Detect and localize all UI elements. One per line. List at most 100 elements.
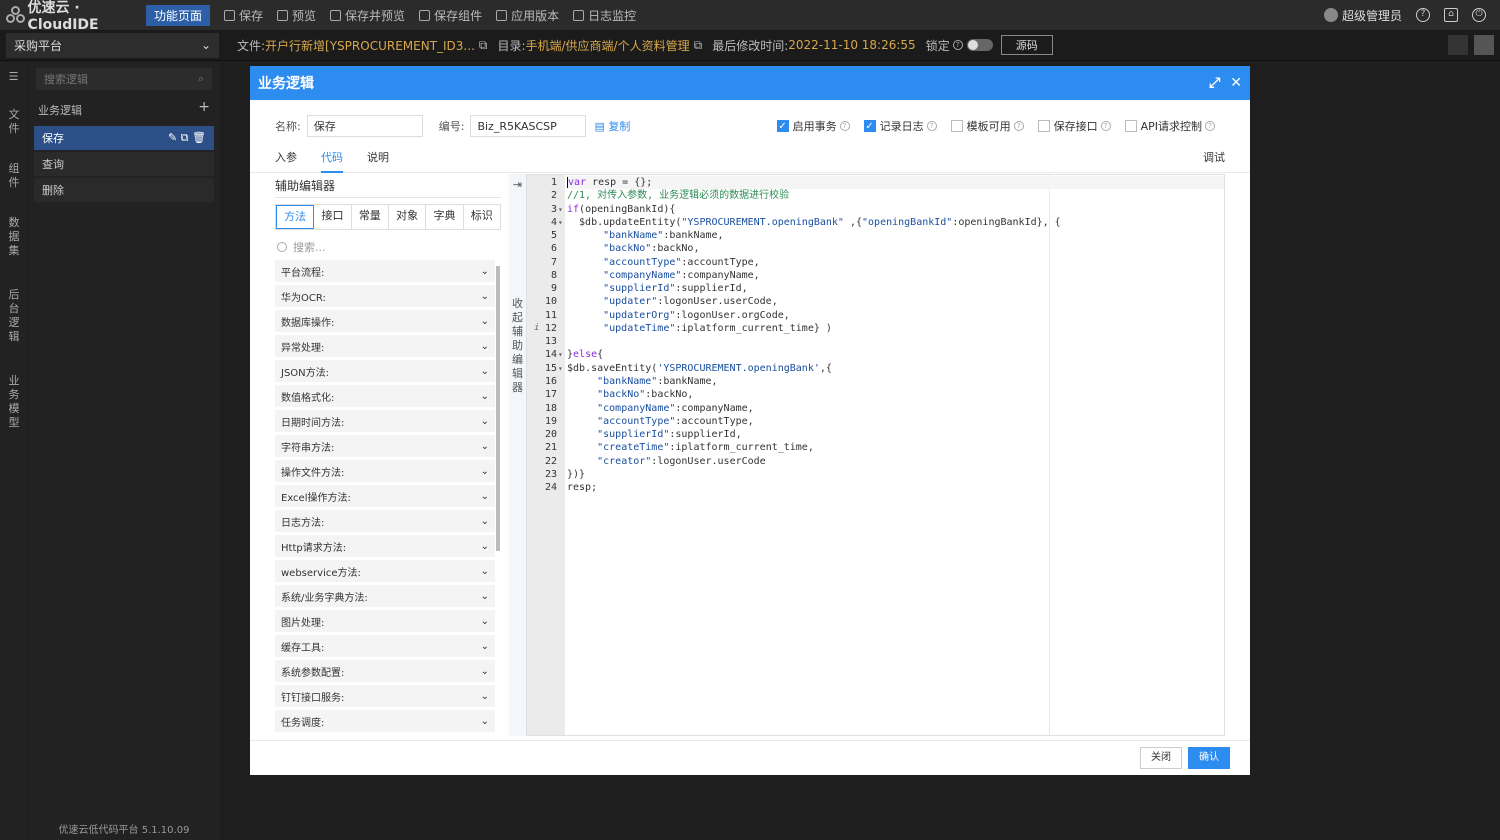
power-icon[interactable]: ⏻	[1472, 8, 1486, 22]
helper-tab-dictionary[interactable]: 字典	[426, 205, 464, 229]
source-button[interactable]: 源码	[1000, 35, 1053, 55]
help-icon[interactable]: ?	[1416, 8, 1430, 22]
code-line[interactable]: 6 "backNo":backNo,	[551, 242, 1224, 255]
code-line[interactable]: 3 ▾ if(openingBankId){	[551, 203, 1224, 216]
rail-item-components[interactable]: 组件	[7, 162, 21, 190]
save-tool[interactable]: 保存	[224, 7, 263, 24]
helper-method-category[interactable]: 华为OCR: ⌄	[275, 285, 495, 307]
home-icon[interactable]: ⌂	[1444, 8, 1458, 22]
helper-method-category[interactable]: 缓存工具: ⌄	[275, 635, 495, 657]
edit-icon[interactable]: ✎	[168, 131, 177, 144]
code-line[interactable]: 18 "companyName":companyName,	[545, 402, 1224, 415]
code-line[interactable]: 19 "accountType":accountType,	[545, 415, 1224, 428]
helper-method-category[interactable]: 平台流程: ⌄	[275, 260, 495, 282]
code-line[interactable]: 24 resp;	[545, 481, 1224, 494]
add-icon[interactable]: +	[198, 100, 210, 118]
helper-method-category[interactable]: 图片处理: ⌄	[275, 610, 495, 632]
rail-item-business-model[interactable]: 业务模型	[7, 374, 21, 430]
helper-method-category[interactable]: JSON方法: ⌄	[275, 360, 495, 382]
code-line[interactable]: 5 "bankName":bankName,	[551, 229, 1224, 242]
helper-tab-objects[interactable]: 对象	[389, 205, 427, 229]
lock-toggle[interactable]	[966, 39, 993, 51]
app-version-tool[interactable]: 应用版本	[496, 7, 559, 24]
platform-select[interactable]: 采购平台 ⌄	[6, 32, 219, 58]
template-available-check[interactable]: 模板可用?	[950, 118, 1024, 134]
preview-tool[interactable]: 预览	[277, 7, 316, 24]
code-line[interactable]: 11 "updaterOrg":logonUser.orgCode,	[545, 309, 1224, 322]
code-line[interactable]: 23})}	[545, 468, 1224, 481]
tab-code[interactable]: 代码	[321, 145, 343, 173]
code-line[interactable]: 9 "supplierId":supplierId,	[551, 282, 1224, 295]
helper-tab-methods[interactable]: 方法	[276, 205, 315, 229]
code-line[interactable]: 13	[545, 335, 1224, 348]
mobile-view-icon[interactable]	[1474, 35, 1494, 55]
code-line[interactable]: 8 "companyName":companyName,	[551, 269, 1224, 282]
save-preview-tool[interactable]: 保存并预览	[330, 7, 405, 24]
code-input[interactable]: Biz_R5KASCSP	[470, 115, 587, 137]
avatar-icon[interactable]	[1323, 8, 1338, 22]
code-line[interactable]: 12 i "updateTime":iplatform_current_time}…	[534, 322, 1224, 335]
helper-method-category[interactable]: 操作文件方法: ⌄	[275, 460, 495, 482]
close-button[interactable]: 关闭	[1140, 747, 1182, 769]
helper-method-category[interactable]: 异常处理: ⌄	[275, 335, 495, 357]
logic-item[interactable]: 保存 ✎ ⧉ 🗑	[34, 126, 214, 150]
code-line[interactable]: 10 "updater":logonUser.userCode,	[545, 295, 1224, 308]
code-line[interactable]: 14 ▾}else{	[545, 348, 1224, 361]
save-interface-check[interactable]: 保存接口?	[1037, 118, 1111, 134]
tab-description[interactable]: 说明	[367, 145, 389, 173]
user-name[interactable]: 超级管理员	[1342, 7, 1402, 24]
enable-transaction-check[interactable]: ✓ 启用事务?	[776, 118, 850, 134]
code-line[interactable]: 15 ▾ $db.saveEntity('YSPROCUREMENT.opening…	[545, 362, 1224, 375]
code-line[interactable]: 16 "bankName":bankName,	[545, 375, 1224, 388]
helper-tab-identifiers[interactable]: 标识	[464, 205, 500, 229]
tab-params[interactable]: 入参	[275, 145, 297, 173]
code-line[interactable]: 20 "supplierId":supplierId,	[545, 428, 1224, 441]
rail-item-backend-logic[interactable]: 后台逻辑	[7, 288, 21, 344]
helper-method-category[interactable]: 系统参数配置: ⌄	[275, 660, 495, 682]
helper-method-category[interactable]: 钉钉接口服务: ⌄	[275, 685, 495, 707]
log-monitor-tool[interactable]: 日志监控	[573, 7, 636, 24]
code-editor[interactable]: 1 var resp = {}; 2//1, 对传入参数, 业务逻辑必须的数据进行校…	[526, 174, 1225, 736]
copy-icon[interactable]: ⧉	[694, 38, 703, 53]
code-line[interactable]: 22 "creator":logonUser.userCode	[545, 455, 1224, 468]
helper-method-category[interactable]: Http请求方法: ⌄	[275, 535, 495, 557]
helper-method-category[interactable]: 日志方法: ⌄	[275, 510, 495, 532]
code-line[interactable]: 2//1, 对传入参数, 业务逻辑必须的数据进行校验	[551, 189, 1224, 202]
code-line[interactable]: 4 ▾ $db.updateEntity("YSPROCUREMENT.openi…	[551, 216, 1224, 229]
copy-icon[interactable]: ⧉	[479, 38, 488, 53]
helper-tab-constants[interactable]: 常量	[352, 205, 389, 229]
desktop-view-icon[interactable]	[1448, 35, 1468, 55]
record-log-check[interactable]: ✓ 记录日志?	[863, 118, 937, 134]
helper-method-category[interactable]: 日期时间方法: ⌄	[275, 410, 495, 432]
name-input[interactable]: 保存	[306, 115, 423, 137]
save-component-tool[interactable]: 保存组件	[419, 7, 482, 24]
helper-method-category[interactable]: Excel操作方法: ⌄	[275, 485, 495, 507]
copy-icon[interactable]: ⧉	[181, 131, 189, 144]
rail-item-datasets[interactable]: 数据集	[7, 216, 21, 258]
code-content[interactable]: 1 var resp = {}; 2//1, 对传入参数, 业务逻辑必须的数据进行校…	[534, 176, 1224, 494]
trash-icon[interactable]: 🗑	[192, 131, 206, 144]
function-page-button[interactable]: 功能页面	[146, 4, 211, 26]
code-line[interactable]: 17 "backNo":backNo,	[545, 388, 1224, 401]
logic-item[interactable]: 删除	[34, 178, 214, 202]
helper-method-category[interactable]: 数据库操作: ⌄	[275, 310, 495, 332]
code-line[interactable]: 21 "createTime":iplatform_current_time,	[545, 441, 1224, 454]
code-line[interactable]: 1 var resp = {};	[551, 176, 1224, 190]
helper-method-category[interactable]: 任务调度: ⌄	[275, 710, 495, 732]
helper-method-category[interactable]: 数值格式化: ⌄	[275, 385, 495, 407]
helper-method-category[interactable]: 字符串方法: ⌄	[275, 435, 495, 457]
helper-scrollbar[interactable]	[496, 266, 500, 551]
helper-search-input[interactable]: 搜索...	[275, 234, 501, 260]
helper-tab-interfaces[interactable]: 接口	[314, 205, 352, 229]
collapse-helper-strip[interactable]: ⇥ 收起辅助编辑器	[509, 174, 526, 736]
helper-method-category[interactable]: webservice方法: ⌄	[275, 560, 495, 582]
confirm-button[interactable]: 确认	[1188, 747, 1230, 769]
expand-icon[interactable]: ⤢	[1209, 75, 1220, 91]
api-request-control-check[interactable]: API请求控制?	[1124, 118, 1215, 134]
rail-item-files[interactable]: 文件	[7, 108, 21, 136]
copy-button[interactable]: ▤ 复制	[594, 118, 630, 134]
logic-search-input[interactable]: 搜索逻辑 ⌕	[36, 68, 212, 90]
logic-item[interactable]: 查询	[34, 152, 214, 176]
debug-button[interactable]: 调试	[1203, 145, 1225, 173]
code-line[interactable]: 7 "accountType":accountType,	[551, 256, 1224, 269]
